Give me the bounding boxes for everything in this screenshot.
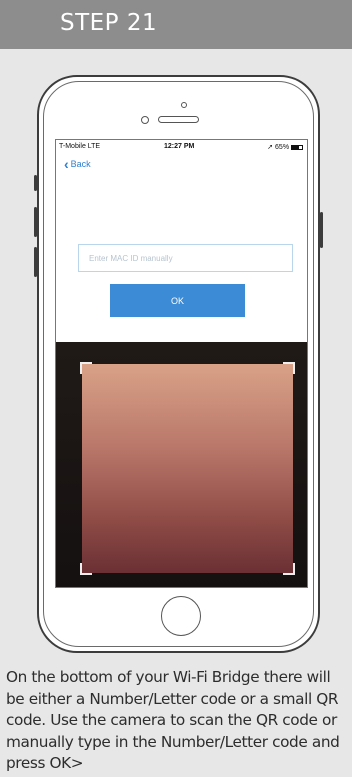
carrier-label: T-Mobile LTE — [59, 143, 101, 150]
chevron-left-icon: ‹ — [64, 155, 69, 172]
power-button — [320, 212, 323, 248]
scan-corner-icon — [80, 563, 92, 575]
instruction-text: On the bottom of your Wi-Fi Bridge there… — [6, 668, 340, 772]
battery-icon — [291, 145, 303, 150]
front-camera-icon — [141, 116, 149, 124]
status-bar: T-Mobile LTE 12:27 PM ➚ 65% — [56, 140, 307, 154]
ok-button[interactable]: OK — [110, 284, 245, 317]
step-header: STEP 21 — [0, 0, 352, 49]
scan-corner-icon — [283, 362, 295, 374]
proximity-sensor-icon — [181, 102, 187, 108]
speaker-grille-icon — [158, 116, 199, 123]
silent-switch — [34, 175, 37, 191]
phone-screen: T-Mobile LTE 12:27 PM ➚ 65% ‹ Back OK — [55, 139, 308, 588]
qr-scan-frame — [80, 362, 295, 575]
home-button — [161, 596, 201, 636]
battery-percent: 65% — [275, 144, 290, 151]
camera-viewfinder — [56, 342, 307, 587]
step-title: STEP 21 — [60, 10, 158, 36]
back-button[interactable]: ‹ Back — [64, 155, 91, 172]
scan-corner-icon — [283, 563, 295, 575]
back-label: Back — [70, 159, 91, 169]
battery-status: ➚ 65% — [267, 143, 303, 151]
volume-down-button — [34, 247, 37, 277]
mac-id-input[interactable] — [78, 244, 293, 272]
clock: 12:27 PM — [164, 143, 195, 150]
volume-up-button — [34, 207, 37, 237]
location-icon: ➚ — [267, 144, 276, 151]
scan-corner-icon — [80, 362, 92, 374]
phone-frame: T-Mobile LTE 12:27 PM ➚ 65% ‹ Back OK — [34, 75, 323, 653]
